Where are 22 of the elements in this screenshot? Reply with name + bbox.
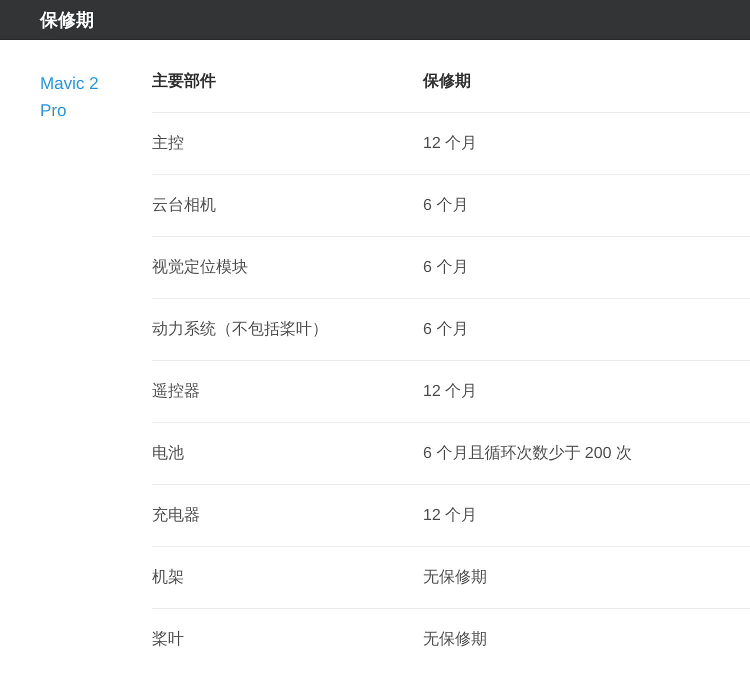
- table-cell-text: 桨叶: [152, 630, 185, 650]
- table-cell-text: 无保修期: [423, 568, 488, 588]
- table-cell-text: 动力系统（不包括桨叶）: [152, 320, 329, 340]
- table-cell-text: 6 个月: [423, 320, 470, 340]
- table-cell-text: 无保修期: [423, 630, 488, 650]
- column-header: 保修期: [423, 72, 472, 92]
- table-cell-text: 6 个月: [423, 196, 470, 216]
- table-cell-text: 主控: [152, 134, 185, 154]
- table-cell-text: 视觉定位模块: [152, 258, 249, 278]
- table-cell-text: 12 个月: [423, 134, 478, 154]
- table-cell-text: 充电器: [152, 506, 201, 526]
- section-title: 保修期: [40, 9, 94, 32]
- table-cell-text: 电池: [152, 444, 185, 464]
- column-header: 主要部件: [152, 71, 217, 92]
- table-cell-text: 云台相机: [152, 196, 217, 216]
- model-name: Mavic 2 Pro: [40, 73, 100, 122]
- table-cell-text: 6 个月且循环次数少于 200 次: [423, 444, 633, 464]
- table-cell-text: 遥控器: [152, 382, 201, 402]
- table-cell-text: 12 个月: [423, 506, 478, 526]
- table-cell-text: 6 个月: [423, 258, 470, 278]
- table-cell-text: 机架: [152, 568, 185, 588]
- table-cell-text: 12 个月: [423, 382, 478, 402]
